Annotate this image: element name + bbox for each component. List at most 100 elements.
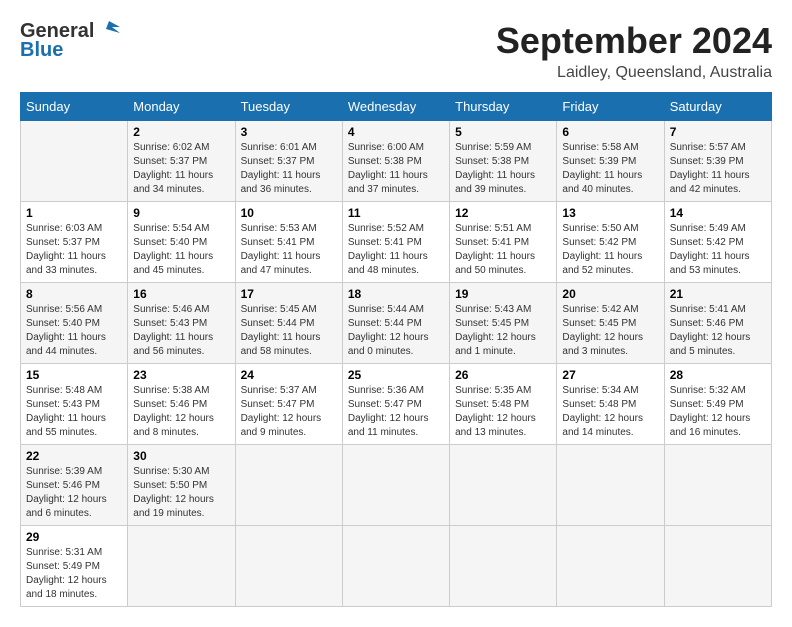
day-info: Sunrise: 5:58 AMSunset: 5:39 PMDaylight:… bbox=[562, 141, 658, 197]
day-info: Sunrise: 5:45 AMSunset: 5:44 PMDaylight:… bbox=[241, 303, 337, 359]
day-info: Sunrise: 6:00 AMSunset: 5:38 PMDaylight:… bbox=[348, 141, 444, 197]
title-block: September 2024 Laidley, Queensland, Aust… bbox=[496, 20, 772, 82]
day-number: 24 bbox=[241, 368, 337, 382]
month-title: September 2024 bbox=[496, 20, 772, 62]
day-info: Sunrise: 5:38 AMSunset: 5:46 PMDaylight:… bbox=[133, 384, 229, 440]
day-info: Sunrise: 6:02 AMSunset: 5:37 PMDaylight:… bbox=[133, 141, 229, 197]
calendar-day-cell: 2 Sunrise: 6:02 AMSunset: 5:37 PMDaylight… bbox=[128, 121, 235, 202]
calendar-day-cell bbox=[664, 445, 771, 526]
calendar-day-cell: 11 Sunrise: 5:52 AMSunset: 5:41 PMDayligh… bbox=[342, 202, 449, 283]
day-number: 5 bbox=[455, 125, 551, 139]
calendar-day-cell: 12 Sunrise: 5:51 AMSunset: 5:41 PMDayligh… bbox=[450, 202, 557, 283]
col-tuesday: Tuesday bbox=[235, 93, 342, 121]
day-info: Sunrise: 5:56 AMSunset: 5:40 PMDaylight:… bbox=[26, 303, 122, 359]
day-number: 18 bbox=[348, 287, 444, 301]
day-info: Sunrise: 5:35 AMSunset: 5:48 PMDaylight:… bbox=[455, 384, 551, 440]
day-info: Sunrise: 5:30 AMSunset: 5:50 PMDaylight:… bbox=[133, 465, 229, 521]
calendar-day-cell: 15Sunrise: 5:48 AMSunset: 5:43 PMDayligh… bbox=[21, 364, 128, 445]
calendar-day-cell: 22Sunrise: 5:39 AMSunset: 5:46 PMDayligh… bbox=[21, 445, 128, 526]
day-number: 12 bbox=[455, 206, 551, 220]
day-number: 23 bbox=[133, 368, 229, 382]
day-info: Sunrise: 5:49 AMSunset: 5:42 PMDaylight:… bbox=[670, 222, 766, 278]
day-info: Sunrise: 5:44 AMSunset: 5:44 PMDaylight:… bbox=[348, 303, 444, 359]
day-number: 9 bbox=[133, 206, 229, 220]
location-text: Laidley, Queensland, Australia bbox=[496, 64, 772, 82]
day-info: Sunrise: 5:48 AMSunset: 5:43 PMDaylight:… bbox=[26, 384, 122, 440]
calendar-day-cell: 23 Sunrise: 5:38 AMSunset: 5:46 PMDayligh… bbox=[128, 364, 235, 445]
col-sunday: Sunday bbox=[21, 93, 128, 121]
col-wednesday: Wednesday bbox=[342, 93, 449, 121]
calendar-day-cell bbox=[342, 445, 449, 526]
calendar-week-row: 8 Sunrise: 5:56 AMSunset: 5:40 PMDaylight… bbox=[21, 283, 772, 364]
col-saturday: Saturday bbox=[664, 93, 771, 121]
calendar-day-cell bbox=[21, 121, 128, 202]
day-info: Sunrise: 5:46 AMSunset: 5:43 PMDaylight:… bbox=[133, 303, 229, 359]
col-friday: Friday bbox=[557, 93, 664, 121]
calendar-day-cell: 8 Sunrise: 5:56 AMSunset: 5:40 PMDaylight… bbox=[21, 283, 128, 364]
calendar-header-row: Sunday Monday Tuesday Wednesday Thursday… bbox=[21, 93, 772, 121]
day-info: Sunrise: 5:50 AMSunset: 5:42 PMDaylight:… bbox=[562, 222, 658, 278]
calendar-day-cell: 9 Sunrise: 5:54 AMSunset: 5:40 PMDaylight… bbox=[128, 202, 235, 283]
calendar-day-cell: 30 Sunrise: 5:30 AMSunset: 5:50 PMDayligh… bbox=[128, 445, 235, 526]
day-info: Sunrise: 5:52 AMSunset: 5:41 PMDaylight:… bbox=[348, 222, 444, 278]
day-number: 26 bbox=[455, 368, 551, 382]
calendar-day-cell: 21 Sunrise: 5:41 AMSunset: 5:46 PMDayligh… bbox=[664, 283, 771, 364]
day-number: 29 bbox=[26, 530, 122, 544]
day-number: 6 bbox=[562, 125, 658, 139]
day-info: Sunrise: 5:51 AMSunset: 5:41 PMDaylight:… bbox=[455, 222, 551, 278]
day-number: 28 bbox=[670, 368, 766, 382]
day-number: 19 bbox=[455, 287, 551, 301]
day-number: 30 bbox=[133, 449, 229, 463]
col-thursday: Thursday bbox=[450, 93, 557, 121]
calendar-day-cell: 25 Sunrise: 5:36 AMSunset: 5:47 PMDayligh… bbox=[342, 364, 449, 445]
day-info: Sunrise: 5:43 AMSunset: 5:45 PMDaylight:… bbox=[455, 303, 551, 359]
calendar-day-cell bbox=[557, 526, 664, 607]
calendar-day-cell bbox=[235, 445, 342, 526]
calendar-day-cell: 16Sunrise: 5:46 AMSunset: 5:43 PMDayligh… bbox=[128, 283, 235, 364]
calendar-day-cell: 1Sunrise: 6:03 AMSunset: 5:37 PMDaylight… bbox=[21, 202, 128, 283]
calendar-day-cell: 5 Sunrise: 5:59 AMSunset: 5:38 PMDaylight… bbox=[450, 121, 557, 202]
calendar-week-row: 22Sunrise: 5:39 AMSunset: 5:46 PMDayligh… bbox=[21, 445, 772, 526]
calendar-day-cell: 17 Sunrise: 5:45 AMSunset: 5:44 PMDayligh… bbox=[235, 283, 342, 364]
calendar-week-row: 15Sunrise: 5:48 AMSunset: 5:43 PMDayligh… bbox=[21, 364, 772, 445]
calendar-day-cell: 28Sunrise: 5:32 AMSunset: 5:49 PMDayligh… bbox=[664, 364, 771, 445]
day-number: 17 bbox=[241, 287, 337, 301]
calendar-day-cell bbox=[342, 526, 449, 607]
day-info: Sunrise: 5:42 AMSunset: 5:45 PMDaylight:… bbox=[562, 303, 658, 359]
day-info: Sunrise: 5:57 AMSunset: 5:39 PMDaylight:… bbox=[670, 141, 766, 197]
day-number: 10 bbox=[241, 206, 337, 220]
calendar-day-cell: 7 Sunrise: 5:57 AMSunset: 5:39 PMDaylight… bbox=[664, 121, 771, 202]
calendar-day-cell: 14Sunrise: 5:49 AMSunset: 5:42 PMDayligh… bbox=[664, 202, 771, 283]
calendar-day-cell: 13Sunrise: 5:50 AMSunset: 5:42 PMDayligh… bbox=[557, 202, 664, 283]
day-info: Sunrise: 5:41 AMSunset: 5:46 PMDaylight:… bbox=[670, 303, 766, 359]
day-info: Sunrise: 5:36 AMSunset: 5:47 PMDaylight:… bbox=[348, 384, 444, 440]
day-number: 20 bbox=[562, 287, 658, 301]
day-info: Sunrise: 5:39 AMSunset: 5:46 PMDaylight:… bbox=[26, 465, 122, 521]
page-header: General Blue September 2024 Laidley, Que… bbox=[20, 20, 772, 82]
day-number: 25 bbox=[348, 368, 444, 382]
calendar-day-cell bbox=[450, 526, 557, 607]
day-number: 3 bbox=[241, 125, 337, 139]
calendar-day-cell: 18 Sunrise: 5:44 AMSunset: 5:44 PMDayligh… bbox=[342, 283, 449, 364]
calendar-table: Sunday Monday Tuesday Wednesday Thursday… bbox=[20, 92, 772, 607]
calendar-week-row: 29Sunrise: 5:31 AMSunset: 5:49 PMDayligh… bbox=[21, 526, 772, 607]
day-number: 7 bbox=[670, 125, 766, 139]
calendar-day-cell: 29Sunrise: 5:31 AMSunset: 5:49 PMDayligh… bbox=[21, 526, 128, 607]
calendar-day-cell: 26 Sunrise: 5:35 AMSunset: 5:48 PMDayligh… bbox=[450, 364, 557, 445]
day-number: 11 bbox=[348, 206, 444, 220]
day-info: Sunrise: 6:03 AMSunset: 5:37 PMDaylight:… bbox=[26, 222, 122, 278]
day-info: Sunrise: 5:59 AMSunset: 5:38 PMDaylight:… bbox=[455, 141, 551, 197]
calendar-day-cell: 3Sunrise: 6:01 AMSunset: 5:37 PMDaylight… bbox=[235, 121, 342, 202]
day-number: 2 bbox=[133, 125, 229, 139]
calendar-day-cell: 19 Sunrise: 5:43 AMSunset: 5:45 PMDayligh… bbox=[450, 283, 557, 364]
day-number: 8 bbox=[26, 287, 122, 301]
day-info: Sunrise: 5:54 AMSunset: 5:40 PMDaylight:… bbox=[133, 222, 229, 278]
calendar-day-cell: 20 Sunrise: 5:42 AMSunset: 5:45 PMDayligh… bbox=[557, 283, 664, 364]
calendar-day-cell bbox=[450, 445, 557, 526]
calendar-day-cell: 10Sunrise: 5:53 AMSunset: 5:41 PMDayligh… bbox=[235, 202, 342, 283]
logo-blue-text: Blue bbox=[20, 39, 63, 62]
calendar-day-cell bbox=[557, 445, 664, 526]
calendar-day-cell: 4 Sunrise: 6:00 AMSunset: 5:38 PMDaylight… bbox=[342, 121, 449, 202]
day-number: 21 bbox=[670, 287, 766, 301]
day-number: 4 bbox=[348, 125, 444, 139]
